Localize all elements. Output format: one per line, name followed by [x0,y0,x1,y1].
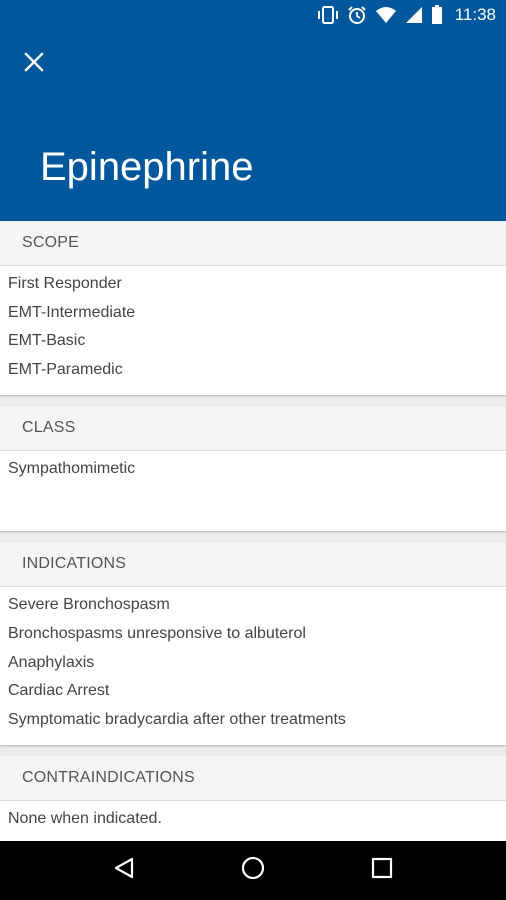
list-item: Severe Bronchospasm [8,596,170,614]
status-time: 11:38 [454,5,496,24]
list-item: None when indicated. [8,810,162,828]
section-heading: CLASS [0,406,506,452]
section-body: First Responder EMT-Intermediate EMT-Bas… [0,266,506,395]
content-scroll[interactable]: SCOPE First Responder EMT-Intermediate E… [0,221,506,856]
list-item: Sympathomimetic [8,460,136,478]
back-button[interactable] [94,841,154,900]
wifi-icon [375,5,397,25]
section-heading: INDICATIONS [0,542,506,588]
section-scope: SCOPE First Responder EMT-Intermediate E… [0,221,506,396]
section-class: CLASS Sympathomimetic [0,406,506,532]
list-item: EMT-Paramedic [8,360,123,378]
section-body: Severe Bronchospasm Bronchospasms unresp… [0,587,506,745]
section-body: None when indicated. [0,801,506,845]
recents-icon [371,857,393,884]
close-icon [24,51,44,77]
list-item: EMT-Intermediate [8,303,136,321]
section-indications: INDICATIONS Severe Bronchospasm Bronchos… [0,542,506,746]
app-header: 11:38 Epinephrine [0,0,506,221]
list-item: Bronchospasms unresponsive to albuterol [8,624,306,642]
list-item: Anaphylaxis [8,653,95,671]
list-item: EMT-Basic [8,332,86,350]
page-title: Epinephrine [40,145,254,189]
navigation-bar [0,841,506,900]
cell-signal-icon [405,5,423,25]
section-body: Sympathomimetic [0,451,506,531]
status-bar: 11:38 [0,0,506,30]
back-icon [112,856,136,885]
home-button[interactable] [223,841,283,900]
list-item: Cardiac Arrest [8,682,110,700]
section-contraindications: CONTRAINDICATIONS None when indicated. [0,756,506,845]
section-heading: CONTRAINDICATIONS [0,756,506,802]
home-icon [240,855,266,886]
list-item: First Responder [8,275,122,292]
section-heading: SCOPE [0,221,506,266]
battery-icon [431,5,443,25]
recents-button[interactable] [352,841,412,900]
list-item: Symptomatic bradycardia after other trea… [8,710,346,728]
close-button[interactable] [14,44,54,84]
alarm-icon [347,5,367,25]
vibrate-icon [317,5,339,25]
